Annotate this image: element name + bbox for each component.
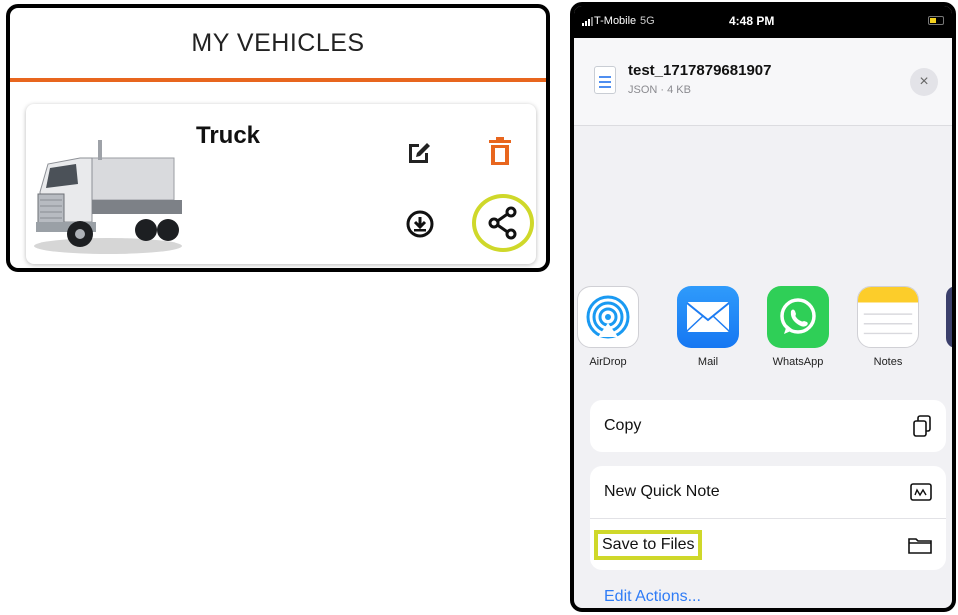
edit-actions-link[interactable]: Edit Actions... — [604, 588, 701, 606]
copy-label: Copy — [604, 417, 642, 434]
folder-icon — [908, 537, 932, 554]
file-name: test_1717879681907 — [628, 62, 772, 79]
app-airdrop[interactable]: AirDrop — [574, 286, 648, 368]
app-label: AirDrop — [589, 356, 627, 368]
app-icon-partial — [946, 286, 952, 348]
airdrop-icon — [577, 286, 639, 348]
copy-action[interactable]: Copy — [590, 400, 946, 452]
carrier-label: T-Mobile — [594, 15, 637, 27]
share-sheet: T-Mobile 5G 4:48 PM test_1717879681907 J… — [570, 2, 956, 612]
quick-note-icon — [910, 483, 932, 501]
signal-icon — [582, 16, 593, 26]
whatsapp-icon — [767, 286, 829, 348]
action-group-files: New Quick Note Save to Files — [590, 466, 946, 570]
close-button[interactable]: × — [910, 68, 938, 96]
status-bar: T-Mobile 5G 4:48 PM — [574, 6, 952, 38]
document-icon — [594, 66, 616, 94]
notes-icon — [857, 286, 919, 348]
page-title: MY VEHICLES — [191, 28, 365, 57]
app-label: Notes — [873, 356, 903, 368]
file-meta: JSON · 4 KB — [628, 84, 691, 96]
screenshot: MY VEHICLES Truck T-Mobile 5G 4:48 PM te… — [0, 0, 958, 615]
vehicle-card[interactable]: Truck — [26, 104, 536, 264]
save-to-files-action[interactable]: Save to Files — [590, 518, 946, 570]
quick-note-action[interactable]: New Quick Note — [590, 466, 946, 518]
truck-image — [34, 140, 182, 254]
close-icon: × — [919, 73, 929, 90]
network-label: 5G — [640, 15, 655, 27]
quick-note-label: New Quick Note — [604, 483, 720, 500]
action-group-copy: Copy — [590, 400, 946, 452]
share-icon[interactable] — [472, 194, 534, 252]
file-header: test_1717879681907 JSON · 4 KB × — [574, 38, 952, 126]
edit-icon[interactable] — [400, 132, 440, 172]
mail-icon — [677, 286, 739, 348]
vehicles-panel: MY VEHICLES Truck — [6, 4, 550, 272]
app-whatsapp[interactable]: WhatsApp — [758, 286, 838, 368]
app-label: Mail — [697, 356, 719, 368]
app-notes[interactable]: Notes — [848, 286, 928, 368]
vehicles-header: MY VEHICLES — [10, 8, 546, 82]
delete-icon[interactable] — [480, 132, 520, 172]
download-icon[interactable] — [400, 204, 440, 244]
copy-icon — [913, 415, 931, 437]
battery-icon — [928, 16, 944, 25]
app-more[interactable] — [946, 286, 952, 348]
clock: 4:48 PM — [729, 14, 775, 28]
apps-row: AirDrop Mail WhatsApp Notes — [574, 286, 952, 382]
vehicle-name: Truck — [196, 122, 261, 149]
save-to-files-label: Save to Files — [594, 529, 703, 560]
app-label: WhatsApp — [772, 356, 824, 368]
app-mail[interactable]: Mail — [668, 286, 748, 368]
